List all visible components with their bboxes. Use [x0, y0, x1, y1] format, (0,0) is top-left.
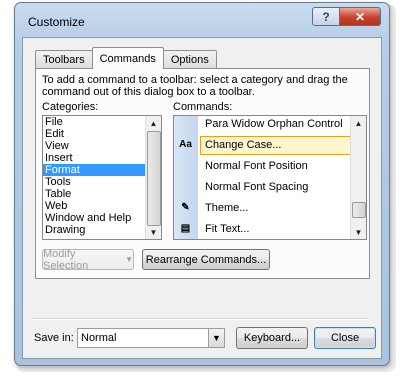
instructions-text: To add a command to a toolbar: select a …	[42, 74, 348, 98]
category-item-web[interactable]: Web	[43, 200, 161, 212]
save-in-combobox[interactable]: Normal ▼	[77, 328, 225, 348]
commands-label: Commands:	[173, 101, 233, 113]
category-item-format[interactable]: Format	[43, 164, 161, 176]
command-item-para-widow-orphan-control[interactable]: Para Widow Orphan Control	[174, 116, 358, 134]
tab-toolbars-label: Toolbars	[43, 54, 85, 66]
rearrange-commands-button[interactable]: Rearrange Commands...	[142, 249, 270, 270]
categories-scrollbar[interactable]: ▲ ▼	[145, 116, 161, 239]
scroll-down-arrow-icon[interactable]: ▼	[146, 225, 161, 239]
title-bar-buttons: ? ✕	[312, 7, 381, 26]
commands-tab-panel: To add a command to a toolbar: select a …	[35, 68, 370, 279]
category-item-tools[interactable]: Tools	[43, 176, 161, 188]
dropdown-arrow-icon: ▼	[125, 255, 133, 264]
close-label: Close	[330, 332, 360, 344]
category-item-window-and-help[interactable]: Window and Help	[43, 212, 161, 224]
scroll-up-arrow-icon[interactable]: ▲	[351, 116, 366, 130]
command-item-theme[interactable]: ✎ Theme...	[174, 198, 358, 218]
close-button[interactable]: Close	[314, 327, 376, 349]
categories-label: Categories:	[42, 101, 99, 113]
category-item-file[interactable]: File	[43, 116, 161, 128]
theme-icon: ✎	[181, 202, 190, 213]
categories-listbox[interactable]: File Edit View Insert Format Tools Table Web Win…	[42, 115, 162, 240]
change-case-icon: Aa	[179, 139, 192, 150]
keyboard-button[interactable]: Keyboard...	[236, 327, 308, 349]
title-bar[interactable]: Customize ? ✕	[15, 3, 389, 37]
tab-options[interactable]: Options	[162, 50, 217, 69]
keyboard-label: Keyboard...	[243, 332, 301, 344]
command-item-normal-font-spacing[interactable]: Normal Font Spacing	[174, 177, 358, 197]
command-item-change-case[interactable]: Aa Change Case...	[174, 135, 358, 155]
customize-dialog: Customize ? ✕ Toolbars Commands Options …	[14, 2, 390, 366]
category-item-edit[interactable]: Edit	[43, 128, 161, 140]
category-item-drawing[interactable]: Drawing	[43, 224, 161, 236]
command-label: Theme...	[205, 202, 249, 214]
scroll-down-arrow-icon[interactable]: ▼	[351, 225, 366, 239]
modify-selection-label: Modify Selection	[43, 247, 89, 272]
tab-toolbars[interactable]: Toolbars	[35, 50, 93, 69]
scroll-up-arrow-icon[interactable]: ▲	[146, 116, 161, 130]
command-label: Normal Font Spacing	[205, 181, 309, 193]
rearrange-commands-label: Rearrange Commands...	[145, 253, 267, 266]
close-window-button[interactable]: ✕	[340, 7, 381, 26]
dialog-title: Customize	[28, 15, 85, 29]
command-item-normal-font-position[interactable]: Normal Font Position	[174, 156, 358, 176]
categories-list: File Edit View Insert Format Tools Table Web Win…	[43, 116, 161, 236]
category-item-view[interactable]: View	[43, 140, 161, 152]
separator	[33, 318, 369, 320]
command-label: Para Widow Orphan Control	[205, 118, 343, 130]
dialog-body: Toolbars Commands Options To add a comma…	[22, 37, 382, 359]
tab-commands[interactable]: Commands	[91, 47, 164, 69]
chevron-down-icon[interactable]: ▼	[208, 329, 224, 347]
tab-options-label: Options	[170, 54, 209, 66]
command-item-fit-text[interactable]: ▤ Fit Text...	[174, 219, 358, 239]
command-label: Normal Font Position	[205, 160, 308, 172]
command-label: Fit Text...	[205, 223, 250, 235]
category-item-table[interactable]: Table	[43, 188, 161, 200]
commands-scrollbar[interactable]: ▲ ▼	[350, 116, 366, 239]
save-in-label: Save in:	[34, 332, 74, 344]
commands-listbox[interactable]: Para Widow Orphan Control Aa Change Case..…	[173, 115, 367, 240]
help-button[interactable]: ?	[312, 7, 340, 26]
commands-scroll-thumb[interactable]	[352, 202, 366, 218]
command-label: Change Case...	[205, 139, 282, 151]
tab-strip: Toolbars Commands Options	[35, 47, 217, 69]
category-item-insert[interactable]: Insert	[43, 152, 161, 164]
save-in-value: Normal	[81, 332, 117, 344]
tab-commands-label: Commands	[99, 52, 156, 65]
fit-text-icon: ▤	[180, 223, 191, 234]
categories-scroll-thumb[interactable]	[147, 131, 161, 226]
modify-selection-button[interactable]: Modify Selection ▼	[42, 247, 134, 272]
